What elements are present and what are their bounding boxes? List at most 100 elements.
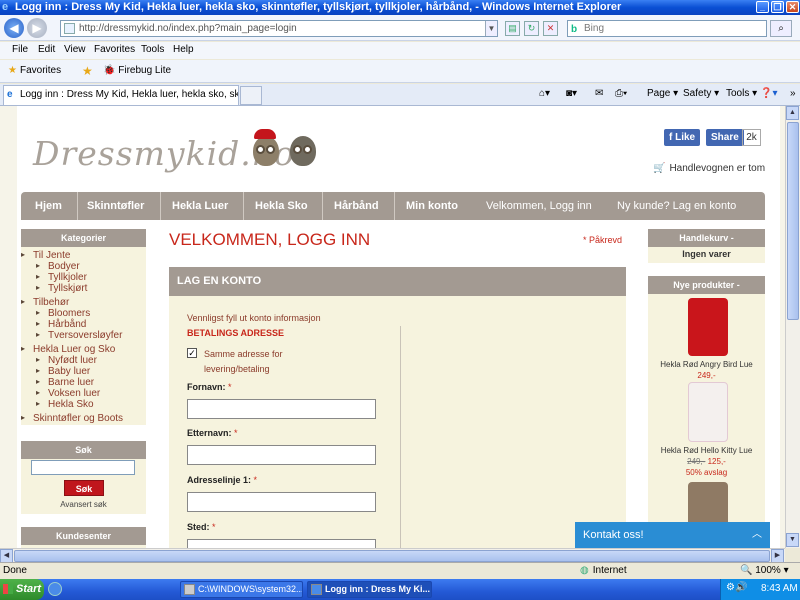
menu-view[interactable]: View <box>64 44 86 55</box>
category-item[interactable]: Skinntøfler og Boots <box>21 413 123 424</box>
address-dropdown-icon[interactable]: ▼ <box>485 21 497 36</box>
product-name[interactable]: Hekla Rød Hello Kitty Lue <box>648 446 765 455</box>
search-button-icon[interactable]: ⌕ <box>770 20 792 37</box>
taskbar-item-ie[interactable]: Logg inn : Dress My Ki... <box>307 581 432 598</box>
add-favorite-icon[interactable]: ★ <box>82 64 93 78</box>
nav-hekla-sko[interactable]: Hekla Sko <box>255 192 308 220</box>
same-address-checkbox[interactable]: ✓ <box>187 348 197 358</box>
category-item[interactable]: Bodyer <box>36 261 80 272</box>
firebug-lite-link[interactable]: 🐞 Firebug Lite <box>103 65 171 76</box>
refresh-icon[interactable]: ↻ <box>524 21 539 36</box>
zoom-level[interactable]: 🔍 100% ▾ <box>740 565 789 576</box>
window-title-bar[interactable]: e Logg inn : Dress My Kid, Hekla luer, h… <box>0 0 800 15</box>
menu-help[interactable]: Help <box>173 44 194 55</box>
new-products-box: Nye produkter - Hekla Rød Angry Bird Lue… <box>648 276 765 548</box>
category-item[interactable]: Til Jente <box>21 250 71 261</box>
category-item[interactable]: Baby luer <box>36 366 90 377</box>
quicklaunch-ie-icon[interactable] <box>48 582 62 596</box>
mail-icon[interactable]: ✉ <box>595 88 603 99</box>
product-price: 249,- 125,- <box>687 457 726 466</box>
clock: 8:43 AM <box>761 583 798 594</box>
category-item[interactable]: Tyllskjørt <box>36 283 88 294</box>
command-tools[interactable]: Tools ▾ <box>726 88 757 99</box>
owl-santa-icon <box>253 127 280 166</box>
vertical-scrollbar[interactable]: ▲ ▼ <box>785 106 800 548</box>
category-item[interactable]: Voksen luer <box>36 388 100 399</box>
facebook-share-button[interactable]: Share <box>706 129 744 146</box>
horizontal-scrollbar[interactable]: ◀ ▶ <box>0 548 785 563</box>
nav-logg-inn[interactable]: Velkommen, Logg inn <box>486 192 592 220</box>
category-item[interactable]: Hårbånd <box>36 319 86 330</box>
cart-status[interactable]: 🛒 Handlevognen er tom <box>653 163 765 174</box>
city-field[interactable] <box>187 539 376 548</box>
feeds-icon[interactable]: ◙▾ <box>566 88 577 99</box>
site-search-button[interactable]: Søk <box>64 480 104 496</box>
ie-task-icon <box>311 584 322 595</box>
facebook-like-button[interactable]: f Like <box>664 129 701 146</box>
scroll-up-icon[interactable]: ▲ <box>786 106 799 120</box>
product-image-hello-kitty[interactable] <box>688 382 728 442</box>
category-item[interactable]: Bloomers <box>36 308 90 319</box>
taskbar-item-cmd[interactable]: C:\WINDOWS\system32.... <box>180 581 303 598</box>
menu-edit[interactable]: Edit <box>38 44 55 55</box>
close-button[interactable]: ✕ <box>786 1 799 13</box>
scroll-down-icon[interactable]: ▼ <box>786 533 799 547</box>
product-image-angry-bird[interactable] <box>688 298 728 356</box>
nav-skinntofler[interactable]: Skinntøfler <box>87 192 144 220</box>
category-item[interactable]: Tversoversløyfer <box>36 330 123 341</box>
chevron-up-icon: ︿ <box>752 529 762 540</box>
new-products-title: Nye produkter - <box>648 276 765 294</box>
maximize-button[interactable]: ❐ <box>771 1 784 13</box>
category-item[interactable]: Nyfødt luer <box>36 355 97 366</box>
search-box-sidebar: Søk Søk Avansert søk <box>21 441 146 514</box>
favorites-bar: ★ Favorites ★ 🐞 Firebug Lite <box>0 60 800 83</box>
search-box[interactable]: b Bing <box>567 20 767 37</box>
stop-icon[interactable]: ✕ <box>543 21 558 36</box>
home-icon[interactable]: ⌂▾ <box>539 88 550 99</box>
menu-file[interactable]: File <box>12 44 28 55</box>
vertical-scroll-thumb[interactable] <box>787 122 799 320</box>
minimize-button[interactable]: _ <box>756 1 769 13</box>
category-item[interactable]: Hekla Sko <box>36 399 93 410</box>
address-bar[interactable]: http://dressmykid.no/index.php?main_page… <box>60 20 498 37</box>
product-name[interactable]: Hekla Rød Angry Bird Lue <box>648 360 765 369</box>
site-search-input[interactable] <box>31 460 135 475</box>
new-tab-button[interactable] <box>240 86 262 105</box>
forward-button[interactable]: ▶ <box>27 18 47 38</box>
browser-tab[interactable]: e Logg inn : Dress My Kid, Hekla luer, h… <box>3 85 239 105</box>
category-item[interactable]: Tyllkjoler <box>36 272 87 283</box>
nav-hekla-luer[interactable]: Hekla Luer <box>172 192 228 220</box>
command-safety[interactable]: Safety ▾ <box>683 88 719 99</box>
menu-favorites[interactable]: Favorites <box>94 44 135 55</box>
product-price: 249,- <box>697 371 716 380</box>
category-item[interactable]: Tilbehør <box>21 297 69 308</box>
horizontal-scroll-thumb[interactable] <box>14 550 770 562</box>
category-item[interactable]: Hekla Luer og Sko <box>21 344 115 355</box>
advanced-search-link[interactable]: Avansert søk <box>21 500 146 509</box>
compatibility-icon[interactable]: ▤ <box>505 21 520 36</box>
status-text: Done <box>3 565 27 576</box>
scroll-right-icon[interactable]: ▶ <box>771 549 784 563</box>
menu-tools[interactable]: Tools <box>141 44 164 55</box>
security-zone[interactable]: ◍ Internet <box>580 565 627 576</box>
print-icon[interactable]: ⎙▾ <box>615 88 627 99</box>
command-page[interactable]: Page ▾ <box>647 88 678 99</box>
start-button[interactable]: Start <box>0 579 44 600</box>
contact-chat-bar[interactable]: Kontakt oss! ︿ <box>575 522 770 548</box>
nav-hjem[interactable]: Hjem <box>35 192 62 220</box>
address-field[interactable] <box>187 492 376 512</box>
help-icon[interactable]: ❓▾ <box>760 88 777 99</box>
lastname-field[interactable] <box>187 445 376 465</box>
favorites-button[interactable]: ★ Favorites <box>8 65 61 76</box>
tray-icons[interactable]: ⚙🔊 <box>726 582 747 593</box>
address-url: http://dressmykid.no/index.php?main_page… <box>79 23 297 34</box>
firstname-field[interactable] <box>187 399 376 419</box>
back-button[interactable]: ◀ <box>4 18 24 38</box>
category-item[interactable]: Barne luer <box>36 377 94 388</box>
cart-box-title: Handlekurv - <box>648 229 765 247</box>
scroll-left-icon[interactable]: ◀ <box>0 549 13 563</box>
chevron-more-icon[interactable]: » <box>790 88 796 99</box>
nav-min-konto[interactable]: Min konto <box>406 192 458 220</box>
nav-harband[interactable]: Hårbånd <box>334 192 379 220</box>
nav-ny-kunde[interactable]: Ny kunde? Lag en konto <box>617 192 736 220</box>
